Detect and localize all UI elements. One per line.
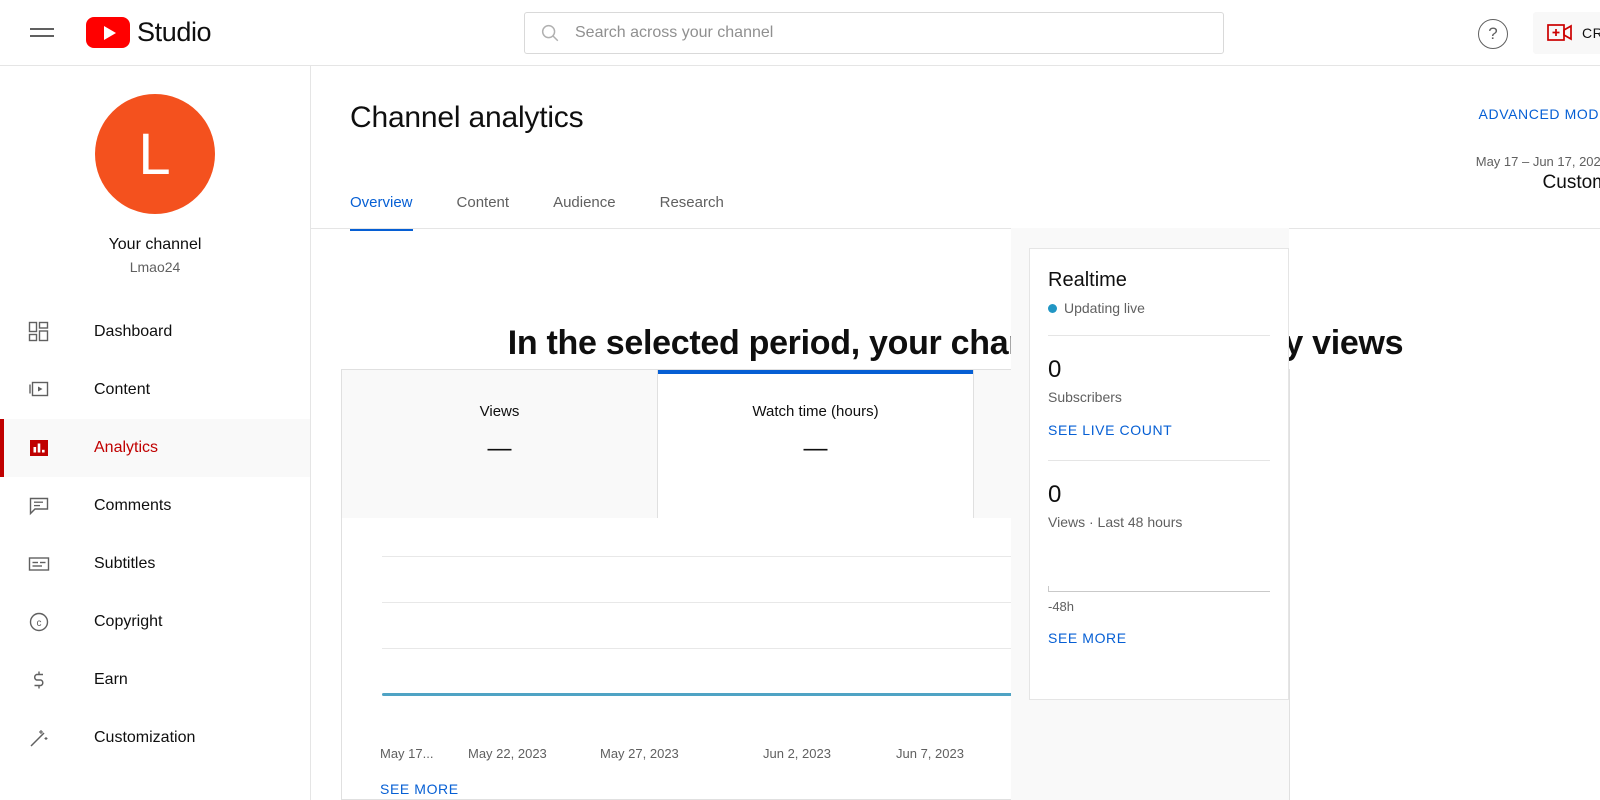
chart-xtick: May 17... <box>380 746 434 761</box>
realtime-views-caption: Views · Last 48 hours <box>1048 514 1183 530</box>
search-box[interactable] <box>524 12 1224 54</box>
live-dot-icon <box>1048 303 1057 313</box>
realtime-card: Realtime Updating live 0 Subscribers SEE… <box>1029 248 1289 700</box>
realtime-mini-chart: -48h <box>1048 558 1270 614</box>
tab-audience[interactable]: Audience <box>531 176 638 231</box>
chart-xtick: Jun 7, 2023 <box>896 746 964 761</box>
divider <box>1048 460 1270 461</box>
sidebar-item-copyright[interactable]: c Copyright <box>0 593 310 651</box>
magic-wand-icon <box>26 725 52 751</box>
channel-title: Your channel <box>108 236 202 253</box>
play-triangle <box>103 25 116 40</box>
bar-chart-icon <box>26 435 52 461</box>
tab-research[interactable]: Research <box>638 176 746 231</box>
sidebar-item-label: Dashboard <box>94 323 173 340</box>
avatar-letter: L <box>138 121 172 187</box>
chart-see-more-link[interactable]: SEE MORE <box>380 781 459 797</box>
mini-chart-tick <box>1048 586 1049 592</box>
youtube-play-icon <box>86 17 130 48</box>
advanced-mode-link[interactable]: ADVANCED MODE <box>1479 106 1600 122</box>
metric-value: — <box>487 435 512 462</box>
tab-label: Research <box>659 194 724 211</box>
sidebar-item-analytics[interactable]: Analytics <box>0 419 310 477</box>
sidebar-item-label: Subtitles <box>94 555 156 572</box>
dashboard-grid-icon <box>26 319 52 345</box>
metric-card-views[interactable]: Views — <box>342 370 658 518</box>
right-rail: Realtime Updating live 0 Subscribers SEE… <box>1011 228 1289 800</box>
divider <box>1048 335 1270 336</box>
page-title: Channel analytics <box>350 101 584 134</box>
dollar-sign-icon <box>26 667 52 693</box>
realtime-status: Updating live <box>1048 300 1270 316</box>
metric-card-watch-time[interactable]: Watch time (hours) — <box>658 370 974 518</box>
top-bar: Studio ? CREATE <box>0 0 1600 66</box>
hamburger-line <box>30 28 54 30</box>
realtime-subscribers-value: 0 <box>1048 356 1062 383</box>
sidebar-item-content[interactable]: Content <box>0 361 310 419</box>
tab-overview[interactable]: Overview <box>350 176 435 231</box>
channel-block: L Your channel Lmao24 <box>0 66 310 275</box>
metric-label: Watch time (hours) <box>752 403 879 420</box>
analytics-tabs: Overview Content Audience Research <box>350 176 746 231</box>
realtime-title: Realtime <box>1048 269 1127 291</box>
speech-bubble-icon <box>26 493 52 519</box>
mini-chart-axis-label: -48h <box>1048 599 1075 614</box>
chart-xtick: May 27, 2023 <box>600 746 679 761</box>
tab-content[interactable]: Content <box>435 176 532 231</box>
search-icon <box>541 24 559 42</box>
sidebar-item-comments[interactable]: Comments <box>0 477 310 535</box>
main-content: Channel analytics ADVANCED MODE May 17 –… <box>311 66 1600 800</box>
create-button-label: CREATE <box>1582 25 1600 41</box>
sidebar-item-dashboard[interactable]: Dashboard <box>0 303 310 361</box>
left-sidebar: L Your channel Lmao24 Dashboard Content … <box>0 66 311 800</box>
sidebar-item-customization[interactable]: Customization <box>0 709 310 767</box>
metric-value: — <box>803 435 828 462</box>
see-live-count-link[interactable]: SEE LIVE COUNT <box>1048 422 1270 438</box>
sidebar-item-subtitles[interactable]: Subtitles <box>0 535 310 593</box>
tab-label: Audience <box>553 194 616 211</box>
help-icon[interactable]: ? <box>1478 19 1508 49</box>
realtime-views-value: 0 <box>1048 481 1062 508</box>
sidebar-item-label: Comments <box>94 497 172 514</box>
copyright-icon: c <box>26 609 52 635</box>
sidebar-item-label: Content <box>94 381 151 398</box>
hamburger-line <box>30 35 54 37</box>
sidebar-item-label: Analytics <box>94 439 159 456</box>
create-video-icon <box>1547 24 1572 41</box>
metric-label: Views <box>479 403 520 420</box>
studio-logo[interactable]: Studio <box>86 17 212 48</box>
tabs-divider <box>311 228 1600 229</box>
help-glyph: ? <box>1488 24 1498 43</box>
sidebar-item-label: Copyright <box>94 613 163 630</box>
hamburger-menu-icon[interactable] <box>20 11 64 55</box>
chart-xtick: Jun 2, 2023 <box>763 746 831 761</box>
create-button[interactable]: CREATE <box>1533 12 1600 54</box>
sidebar-item-earn[interactable]: Earn <box>0 651 310 709</box>
chart-xtick: May 22, 2023 <box>468 746 547 761</box>
sidebar-item-label: Customization <box>94 729 196 746</box>
mini-chart-axis <box>1048 591 1270 592</box>
realtime-subscribers-caption: Subscribers <box>1048 389 1122 405</box>
sidebar-nav: Dashboard Content Analytics Comments Sub… <box>0 303 310 767</box>
realtime-status-label: Updating live <box>1064 300 1145 316</box>
captions-icon <box>26 551 52 577</box>
video-frames-icon <box>26 377 52 403</box>
sidebar-item-label: Earn <box>94 671 128 688</box>
no-views-headline: In the selected period, your channel did… <box>507 324 1404 362</box>
brand-name: Studio <box>137 17 212 47</box>
avatar[interactable]: L <box>95 94 215 214</box>
realtime-see-more-link[interactable]: SEE MORE <box>1048 630 1270 646</box>
tab-label: Overview <box>350 194 413 211</box>
channel-handle: Lmao24 <box>129 259 181 275</box>
date-preset-label: Custom <box>1542 172 1600 193</box>
search-input[interactable] <box>575 24 1209 42</box>
tab-label: Content <box>456 194 510 211</box>
date-range-selector[interactable]: May 17 – Jun 17, 2023 Custom <box>1476 154 1600 194</box>
svg-text:c: c <box>37 618 42 629</box>
date-range-text: May 17 – Jun 17, 2023 <box>1475 154 1600 169</box>
